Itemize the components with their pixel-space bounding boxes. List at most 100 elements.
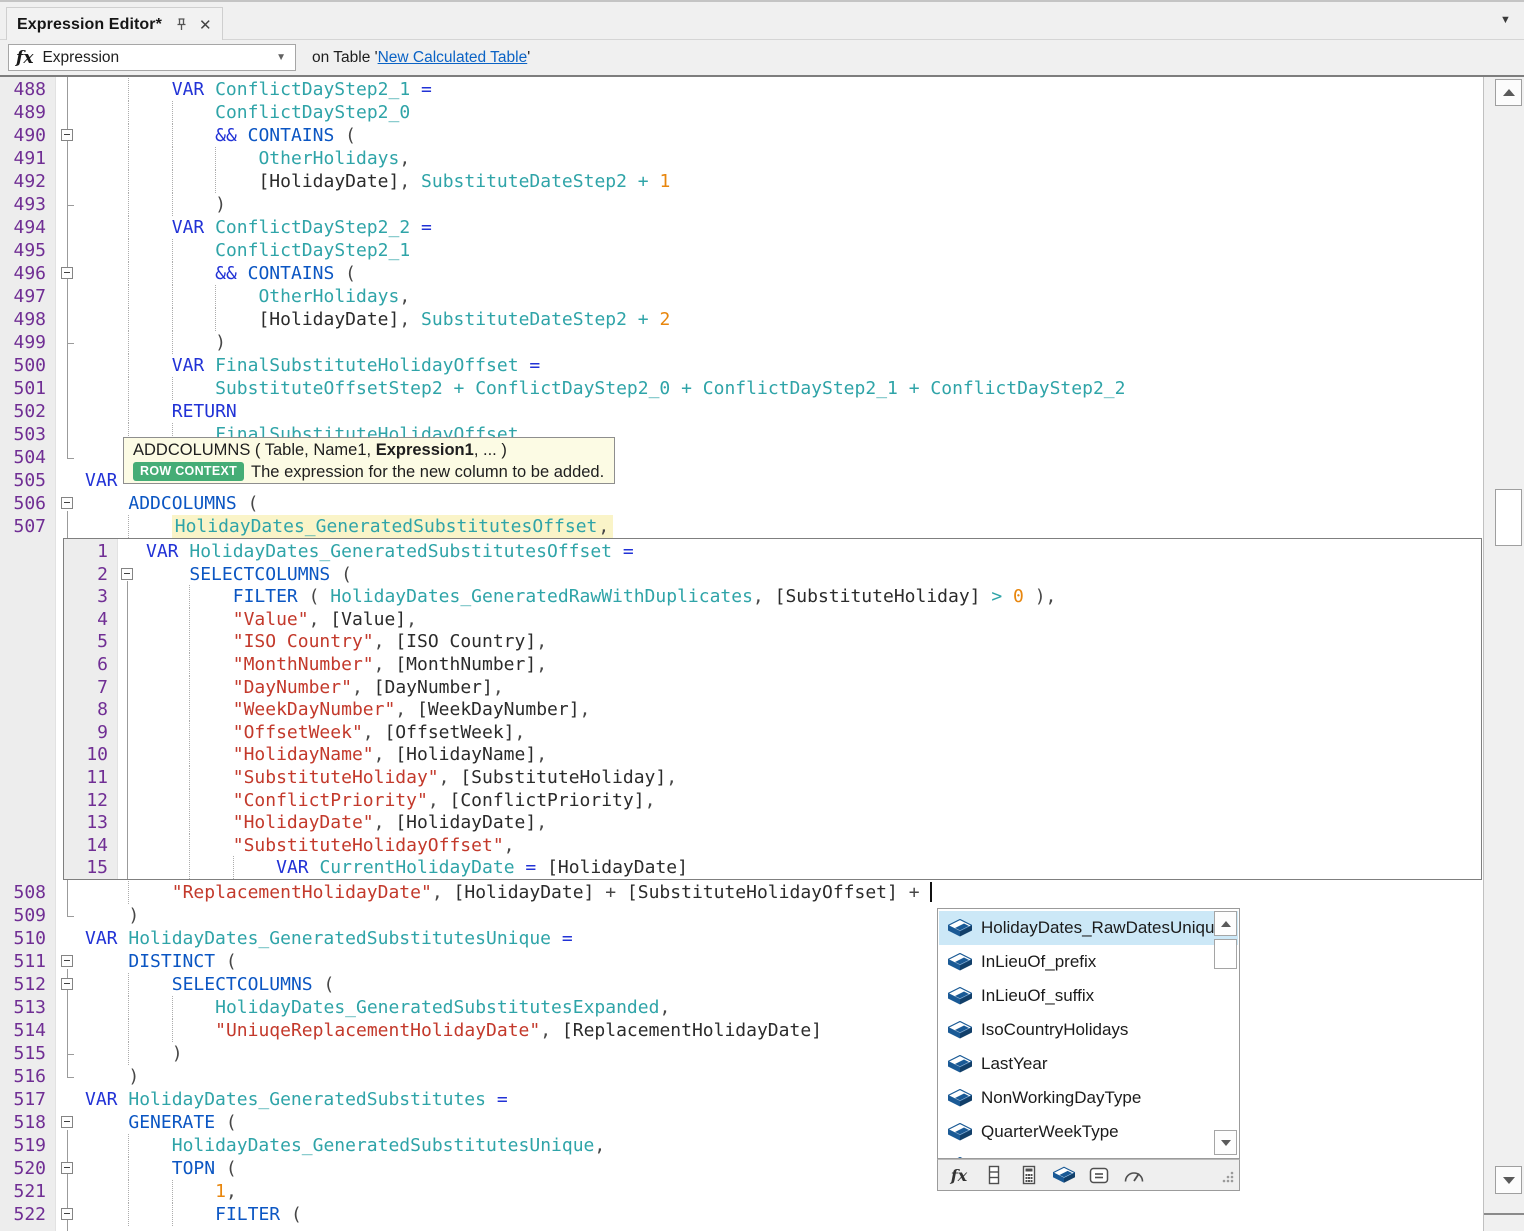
code-line[interactable]: 9"OffsetWeek", [OffsetWeek],	[64, 721, 1481, 744]
functions-filter-icon[interactable]: fx	[948, 1164, 970, 1186]
tab-expression-editor[interactable]: Expression Editor* ✕	[6, 7, 223, 41]
scroll-thumb[interactable]	[1495, 489, 1522, 546]
resize-grip-icon[interactable]	[1220, 1171, 1234, 1185]
code-line[interactable]: 501SubstituteOffsetStep2 + ConflictDaySt…	[0, 377, 1483, 400]
code-line[interactable]: 512SELECTCOLUMNS (	[0, 973, 1483, 996]
line-number: 494	[0, 216, 46, 239]
code-line[interactable]: 492[HolidayDate], SubstituteDateStep2 + …	[0, 170, 1483, 193]
code-line[interactable]: 514"UniuqeReplacementHolidayDate", [Repl…	[0, 1019, 1483, 1042]
code-line[interactable]: 494VAR ConflictDayStep2_2 =	[0, 216, 1483, 239]
code-line[interactable]: 4"Value", [Value],	[64, 608, 1481, 631]
pin-icon[interactable]	[174, 17, 189, 32]
code-token: ,	[428, 790, 450, 811]
autocomplete-item[interactable]: QuarterWeekType	[939, 1115, 1238, 1149]
code-line[interactable]: 519HolidayDates_GeneratedSubstitutesUniq…	[0, 1134, 1483, 1157]
autocomplete-list[interactable]: QuarterWeekTypeNonWorkingDayTypeLastYear…	[937, 908, 1240, 1159]
code-line[interactable]: 5"ISO Country", [ISO Country],	[64, 630, 1481, 653]
line-number: 4	[64, 608, 108, 631]
autocomplete-item[interactable]: InLieuOf_prefix	[939, 945, 1238, 979]
code-line[interactable]: 509)	[0, 904, 1483, 927]
code-line[interactable]: 12"ConflictPriority", [ConflictPriority]…	[64, 789, 1481, 812]
autocomplete-item[interactable]: LastYear	[939, 1047, 1238, 1081]
measures-filter-icon[interactable]	[1088, 1164, 1110, 1186]
code-line[interactable]: 15VAR CurrentHolidayDate = [HolidayDate]	[64, 856, 1481, 879]
expression-editor-panel: Expression Editor* ✕ ▼ fx Expression ▼ o…	[0, 0, 1524, 1231]
fold-toggle[interactable]	[61, 497, 73, 509]
function-description: ROW CONTEXTThe expression for the new co…	[133, 462, 605, 482]
fold-toggle[interactable]	[61, 978, 73, 990]
code-line[interactable]: 5211,	[0, 1180, 1483, 1203]
autocomplete-item[interactable]: NonWorkingDayType	[939, 1081, 1238, 1115]
code-line[interactable]: 1VAR HolidayDates_GeneratedSubstitutesOf…	[64, 540, 1481, 563]
code-line[interactable]: 520TOPN (	[0, 1157, 1483, 1180]
code-line[interactable]: 490&& CONTAINS (	[0, 124, 1483, 147]
code-line[interactable]: 10"HolidayName", [HolidayName],	[64, 743, 1481, 766]
table-link[interactable]: New Calculated Table	[378, 49, 528, 66]
code-token: =	[562, 928, 573, 949]
code-line[interactable]: 14"SubstituteHolidayOffset",	[64, 834, 1481, 857]
fold-toggle[interactable]	[61, 955, 73, 967]
code-line[interactable]: 493)	[0, 193, 1483, 216]
autocomplete-item-label: InLieuOf_suffix	[981, 979, 1094, 1013]
kpis-filter-icon[interactable]	[1123, 1164, 1145, 1186]
fold-toggle[interactable]	[61, 1116, 73, 1128]
code-editor[interactable]: 488VAR ConflictDayStep2_1 =489ConflictDa…	[0, 77, 1483, 1231]
code-line[interactable]: 515)	[0, 1042, 1483, 1065]
autocomplete-item-label: NonWorkingDayType	[981, 1081, 1141, 1115]
code-line[interactable]: 7"DayNumber", [DayNumber],	[64, 676, 1481, 699]
code-line[interactable]: 517VAR HolidayDates_GeneratedSubstitutes…	[0, 1088, 1483, 1111]
code-line[interactable]: 500VAR FinalSubstituteHolidayOffset =	[0, 354, 1483, 377]
autocomplete-item[interactable]	[939, 1149, 1238, 1159]
code-line[interactable]: 499)	[0, 331, 1483, 354]
code-line[interactable]: 495ConflictDayStep2_1	[0, 239, 1483, 262]
columns-filter-icon[interactable]	[983, 1164, 1005, 1186]
nested-expression-editor[interactable]: 1VAR HolidayDates_GeneratedSubstitutesOf…	[63, 538, 1482, 880]
code-line[interactable]: 510VAR HolidayDates_GeneratedSubstitutes…	[0, 927, 1483, 950]
code-line[interactable]: 6"MonthNumber", [MonthNumber],	[64, 653, 1481, 676]
code-line[interactable]: 11"SubstituteHoliday", [SubstituteHolida…	[64, 766, 1481, 789]
code-line[interactable]: 498[HolidayDate], SubstituteDateStep2 + …	[0, 308, 1483, 331]
code-line[interactable]: 511DISTINCT (	[0, 950, 1483, 973]
expression-selector[interactable]: fx Expression ▼	[8, 44, 296, 71]
calculated-columns-filter-icon[interactable]	[1018, 1164, 1040, 1186]
code-line[interactable]: 496&& CONTAINS (	[0, 262, 1483, 285]
code-line[interactable]: 489ConflictDayStep2_0	[0, 101, 1483, 124]
code-line[interactable]: 502RETURN	[0, 400, 1483, 423]
code-line[interactable]: 518GENERATE (	[0, 1111, 1483, 1134]
indent-guide	[128, 996, 129, 1019]
scroll-down-button[interactable]	[1495, 1166, 1522, 1194]
code-token: )	[215, 332, 226, 353]
fold-toggle[interactable]	[121, 568, 133, 580]
code-line[interactable]: 497OtherHolidays,	[0, 285, 1483, 308]
triangle-up-icon	[1221, 921, 1231, 927]
code-line[interactable]: 508"ReplacementHolidayDate", [HolidayDat…	[0, 881, 1483, 904]
close-icon[interactable]: ✕	[199, 16, 212, 34]
autocomplete-scroll-up-button[interactable]	[1214, 911, 1237, 936]
code-line[interactable]: 491OtherHolidays,	[0, 147, 1483, 170]
fold-toggle[interactable]	[61, 129, 73, 141]
line-number: 493	[0, 193, 46, 216]
code-line[interactable]: 507HolidayDates_GeneratedSubstitutesOffs…	[0, 515, 1483, 538]
code-line[interactable]: 516)	[0, 1065, 1483, 1088]
code-line[interactable]: 13"HolidayDate", [HolidayDate],	[64, 811, 1481, 834]
code-line[interactable]: 506ADDCOLUMNS (	[0, 492, 1483, 515]
fold-toggle[interactable]	[61, 267, 73, 279]
code-token: 1	[659, 171, 670, 192]
code-line[interactable]: 513HolidayDates_GeneratedSubstitutesExpa…	[0, 996, 1483, 1019]
scroll-up-button[interactable]	[1495, 79, 1522, 106]
autocomplete-scroll-down-button[interactable]	[1214, 1130, 1237, 1155]
panel-menu-dropdown-icon[interactable]: ▼	[1500, 14, 1511, 26]
code-line[interactable]: 8"WeekDayNumber", [WeekDayNumber],	[64, 698, 1481, 721]
tables-filter-icon[interactable]	[1053, 1164, 1075, 1186]
code-line[interactable]: 3FILTER ( HolidayDates_GeneratedRawWithD…	[64, 585, 1481, 608]
vertical-scrollbar[interactable]	[1483, 77, 1524, 1231]
autocomplete-item[interactable]: InLieuOf_suffix	[939, 979, 1238, 1013]
code-line[interactable]: 488VAR ConflictDayStep2_1 =	[0, 78, 1483, 101]
fold-toggle[interactable]	[61, 1162, 73, 1174]
autocomplete-scroll-thumb[interactable]	[1214, 939, 1237, 969]
code-line[interactable]: 522FILTER (	[0, 1203, 1483, 1226]
code-line[interactable]: 2SELECTCOLUMNS (	[64, 563, 1481, 586]
fold-toggle[interactable]	[61, 1208, 73, 1220]
autocomplete-item[interactable]: IsoCountryHolidays	[939, 1013, 1238, 1047]
autocomplete-item[interactable]: HolidayDates_RawDatesUniqu	[939, 911, 1238, 945]
